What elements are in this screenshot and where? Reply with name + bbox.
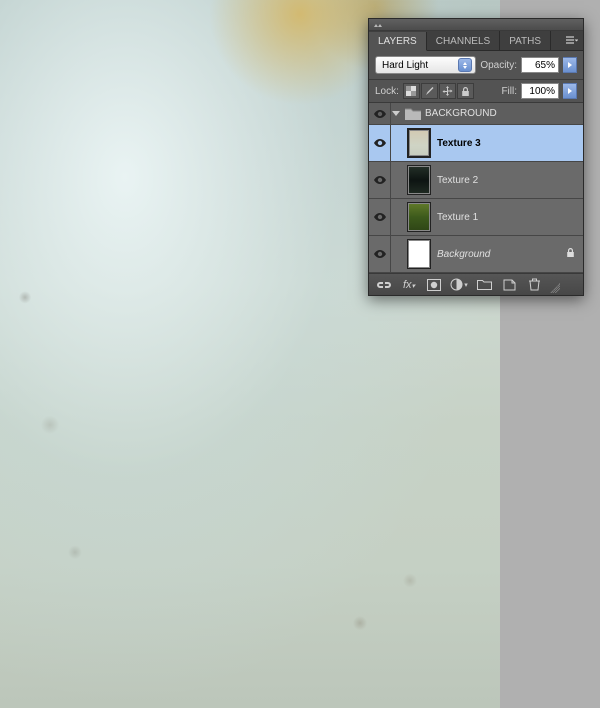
visibility-toggle[interactable]: [369, 199, 391, 235]
eye-icon: [373, 175, 387, 185]
tab-layers[interactable]: LAYERS: [369, 32, 427, 51]
layer-style-button[interactable]: fx▾: [398, 277, 420, 293]
layer-group-background[interactable]: BACKGROUND: [369, 103, 583, 125]
layer-thumbnail[interactable]: [407, 239, 431, 269]
eye-icon: [373, 249, 387, 259]
eye-icon: [373, 212, 387, 222]
collapse-icon: [373, 21, 383, 29]
layers-panel: LAYERS CHANNELS PATHS Hard Light Opacity…: [368, 18, 584, 296]
disclosure-triangle-icon[interactable]: [391, 111, 401, 116]
lock-label: Lock:: [375, 86, 399, 97]
tab-channels[interactable]: CHANNELS: [427, 31, 500, 50]
lock-transparent-button[interactable]: [403, 83, 420, 99]
yin-yang-icon: [450, 278, 463, 291]
opacity-label: Opacity:: [480, 60, 517, 71]
panel-titlebar[interactable]: [369, 19, 583, 31]
layer-thumbnail[interactable]: [407, 128, 431, 158]
layer-mask-button[interactable]: [423, 277, 445, 293]
panel-menu-button[interactable]: [561, 31, 583, 50]
panel-footer: fx▾ ▾: [369, 273, 583, 295]
lock-buttons: [403, 83, 474, 99]
new-group-button[interactable]: [473, 277, 495, 293]
lock-pixels-button[interactable]: [421, 83, 438, 99]
trash-icon: [529, 278, 540, 291]
fx-icon: fx▾: [403, 279, 415, 291]
move-icon: [442, 86, 453, 97]
layer-texture-2[interactable]: Texture 2: [369, 162, 583, 199]
updown-icon: [458, 58, 472, 72]
layer-thumbnail[interactable]: [407, 202, 431, 232]
blend-mode-select[interactable]: Hard Light: [375, 56, 476, 74]
blend-mode-value: Hard Light: [382, 60, 428, 71]
link-layers-button[interactable]: [373, 277, 395, 293]
lock-icon: [566, 247, 575, 258]
panel-tabs: LAYERS CHANNELS PATHS: [369, 31, 583, 51]
blend-row: Hard Light Opacity: 65%: [369, 51, 583, 79]
fill-label: Fill:: [501, 86, 517, 97]
new-page-icon: [503, 279, 516, 291]
lock-row: Lock: Fill: 100%: [369, 79, 583, 103]
folder-icon: [477, 279, 492, 290]
lock-position-button[interactable]: [439, 83, 456, 99]
visibility-toggle[interactable]: [369, 103, 391, 124]
layer-name-label: Texture 1: [437, 212, 478, 223]
opacity-input[interactable]: 65%: [521, 57, 559, 73]
fill-input[interactable]: 100%: [521, 83, 559, 99]
brush-icon: [424, 86, 435, 97]
menu-icon: [566, 36, 578, 46]
visibility-toggle[interactable]: [369, 125, 391, 161]
eye-icon: [373, 138, 387, 148]
lock-all-button[interactable]: [457, 83, 474, 99]
opacity-slider-button[interactable]: [563, 57, 577, 73]
layer-name-label: Texture 3: [437, 138, 481, 149]
layer-background[interactable]: Background: [369, 236, 583, 273]
folder-icon: [405, 107, 421, 120]
layer-texture-1[interactable]: Texture 1: [369, 199, 583, 236]
group-name: BACKGROUND: [425, 108, 497, 119]
layer-lock-indicator: [566, 247, 575, 261]
fill-slider-button[interactable]: [563, 83, 577, 99]
visibility-toggle[interactable]: [369, 162, 391, 198]
tab-paths[interactable]: PATHS: [500, 31, 551, 50]
layer-list: BACKGROUND Texture 3 Texture 2 Texture: [369, 103, 583, 273]
resize-grip-icon[interactable]: [550, 283, 560, 293]
lock-icon: [461, 86, 470, 97]
checker-icon: [406, 86, 416, 96]
delete-layer-button[interactable]: [523, 277, 545, 293]
visibility-toggle[interactable]: [369, 236, 391, 272]
link-icon: [376, 280, 392, 290]
layer-name-label: Texture 2: [437, 175, 478, 186]
eye-icon: [373, 109, 387, 119]
layer-texture-3[interactable]: Texture 3: [369, 125, 583, 162]
layer-thumbnail[interactable]: [407, 165, 431, 195]
layer-name-label: Background: [437, 249, 490, 260]
mask-icon: [427, 279, 441, 291]
adjustment-layer-button[interactable]: ▾: [448, 277, 470, 293]
new-layer-button[interactable]: [498, 277, 520, 293]
